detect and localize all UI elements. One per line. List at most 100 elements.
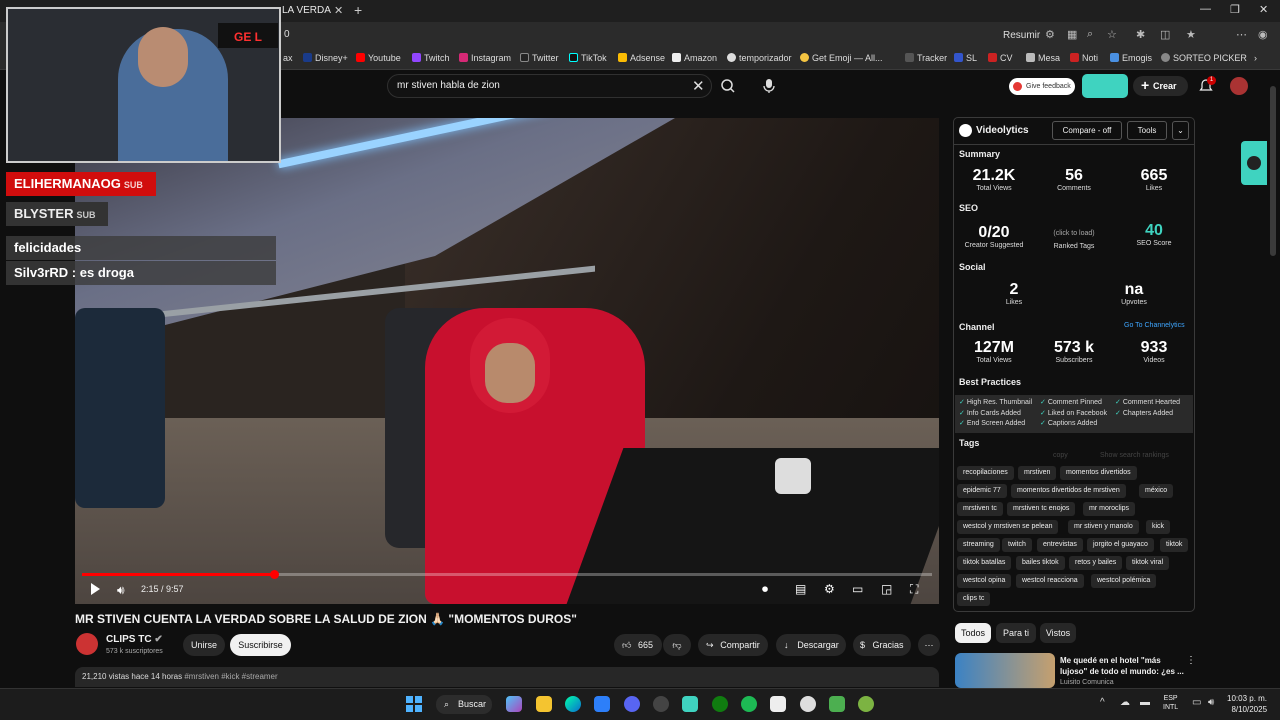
metric-ranked-tags[interactable]: (click to load) Ranked Tags (1039, 224, 1109, 250)
recommended-channel[interactable]: Luisito Comunica (1060, 679, 1114, 686)
join-button[interactable]: Unirse (183, 634, 225, 656)
tray-chevron-icon[interactable]: ^ (1100, 697, 1105, 708)
tag[interactable]: westcol reacciona (1016, 574, 1084, 588)
copy-tags-button[interactable]: copy (1053, 452, 1068, 459)
bookmark-disney[interactable]: Disney+ (303, 53, 348, 63)
tag[interactable]: entrevistas (1037, 538, 1083, 552)
bookmark-amazon[interactable]: Amazon (672, 53, 717, 63)
create-button[interactable]: Crear (1133, 75, 1188, 96)
tools-dropdown[interactable]: Tools (1127, 121, 1167, 140)
download-button[interactable]: ↓ Descargar (776, 634, 846, 656)
edge-icon[interactable] (565, 696, 581, 712)
volume-icon[interactable]: 🔊︎ (117, 583, 125, 598)
bookmark-twitch[interactable]: Twitch (412, 53, 450, 63)
filter-chip-para-ti[interactable]: Para ti (996, 623, 1036, 643)
tag[interactable]: kick (1146, 520, 1171, 534)
tag[interactable]: twitch (1002, 538, 1032, 552)
bookmark-tracker[interactable]: Tracker (905, 53, 947, 63)
tag[interactable]: jorgito el guayaco (1087, 538, 1154, 552)
bookmark-instagram[interactable]: Instagram (459, 53, 511, 63)
system-clock[interactable]: 10:03 p. m. 8/10/2025 (1227, 693, 1267, 715)
bookmark-twitter[interactable]: Twitter (520, 53, 559, 63)
play-icon[interactable] (91, 583, 100, 595)
tag[interactable]: retos y bailes (1069, 556, 1123, 570)
bookmark-cv[interactable]: CV (988, 53, 1013, 63)
tag[interactable]: streaming (957, 538, 1000, 552)
search-icon[interactable] (720, 78, 736, 94)
subscribe-button[interactable]: Suscribirse (230, 634, 291, 656)
minimize-icon[interactable]: — (1200, 3, 1211, 15)
autoplay-toggle-icon[interactable]: ⏺ (762, 582, 768, 597)
steam-icon[interactable] (653, 696, 669, 712)
bookmark-temporizador[interactable]: temporizador (727, 53, 792, 63)
tag[interactable]: mrstiven tc enojos (1007, 502, 1076, 516)
subtitles-icon[interactable]: ▤ (795, 582, 806, 596)
filter-chip-vistos[interactable]: Vistos (1040, 623, 1076, 643)
bookmark-adsense[interactable]: Adsense (618, 53, 665, 63)
discord-icon[interactable] (624, 696, 640, 712)
tag[interactable]: westcol y mrstiven se pelean (957, 520, 1059, 534)
android-icon[interactable] (858, 696, 874, 712)
cast-icon[interactable]: ◲ (881, 582, 892, 596)
resumir-button[interactable]: Resumir (1003, 30, 1040, 41)
close-window-icon[interactable]: ✕ (1259, 3, 1268, 16)
goto-channelytics-link[interactable]: Go To Channelytics (1124, 322, 1185, 329)
videolytics-side-button[interactable] (1241, 141, 1267, 185)
cloud-icon[interactable]: ☁ (1120, 697, 1130, 708)
speaker-icon[interactable]: 🔊︎ (1208, 697, 1214, 708)
fullscreen-icon[interactable]: ⛶ (910, 582, 918, 597)
chevron-down-icon[interactable]: ⌄ (1172, 121, 1189, 140)
bookmark-ax[interactable]: ax (283, 53, 293, 63)
theater-mode-icon[interactable]: ▭ (852, 582, 863, 596)
copilot-icon[interactable]: ◉ (1258, 28, 1268, 41)
tag[interactable]: momentos divertidos de mrstiven (1011, 484, 1126, 498)
tag[interactable]: clips tc (957, 592, 991, 606)
share-button[interactable]: ↪ Compartir (698, 634, 768, 656)
tag[interactable]: westcol polémica (1091, 574, 1157, 588)
usb-icon[interactable]: ▬ (1140, 697, 1150, 708)
tag[interactable]: tiktok viral (1126, 556, 1170, 570)
copilot-app-icon[interactable] (506, 696, 522, 712)
menu-icon[interactable]: ⋯ (1236, 28, 1247, 41)
avatar[interactable] (1230, 77, 1248, 95)
more-actions-icon[interactable]: ⋯ (918, 634, 940, 656)
bookmark-noti[interactable]: Noti (1070, 53, 1098, 63)
zoom-icon[interactable]: ⌕ (1087, 28, 1093, 41)
tag[interactable]: mr moroclips (1083, 502, 1136, 516)
clear-search-icon[interactable]: ✕ (692, 77, 705, 95)
file-explorer-icon[interactable] (536, 696, 552, 712)
capcut-icon[interactable] (770, 696, 786, 712)
app-icon[interactable] (682, 696, 698, 712)
channel-avatar[interactable] (76, 633, 98, 655)
tag[interactable]: tiktok (1160, 538, 1189, 552)
spotify-icon[interactable] (741, 696, 757, 712)
new-tab-button[interactable]: + (354, 2, 362, 18)
maximize-icon[interactable]: ❐ (1230, 3, 1240, 16)
search-input[interactable]: mr stiven habla de zion (397, 80, 500, 91)
bookmark-sorteo-picker[interactable]: SORTEO PICKER (1161, 53, 1247, 63)
tag[interactable]: recopilaciones (957, 466, 1014, 480)
progress-scrubber[interactable] (270, 570, 279, 579)
bookmark-tiktok[interactable]: TikTok (569, 53, 607, 63)
videolytics-toggle-button[interactable] (1082, 74, 1128, 98)
tag[interactable]: westcol opina (957, 574, 1012, 588)
give-feedback-button[interactable]: Give feedback (1009, 78, 1075, 95)
taskbar-search[interactable]: ⌕ Buscar (436, 695, 492, 714)
tag[interactable]: epidemic 77 (957, 484, 1007, 498)
tag[interactable]: méxico (1139, 484, 1174, 498)
tag[interactable]: mr stiven y manolo (1068, 520, 1139, 534)
xbox-icon[interactable] (712, 696, 728, 712)
tag[interactable]: tiktok batallas (957, 556, 1012, 570)
notes-icon[interactable] (829, 696, 845, 712)
recommended-video-title[interactable]: Me quedé en el hotel "más lujoso" de tod… (1060, 655, 1185, 677)
monitor-icon[interactable]: ▭ (1192, 697, 1201, 708)
grid-icon[interactable]: ▦ (1067, 28, 1077, 41)
split-icon[interactable]: ◫ (1160, 28, 1170, 41)
language-indicator[interactable]: ESP INTL (1163, 694, 1178, 712)
settings-gear-icon[interactable]: ⚙ (824, 582, 835, 596)
star-icon[interactable]: ☆ (1107, 28, 1117, 41)
bookmark-emogis[interactable]: Emogis (1110, 53, 1152, 63)
thanks-button[interactable]: $ Gracias (853, 634, 911, 656)
mic-icon[interactable] (762, 78, 776, 94)
store-icon[interactable] (594, 696, 610, 712)
